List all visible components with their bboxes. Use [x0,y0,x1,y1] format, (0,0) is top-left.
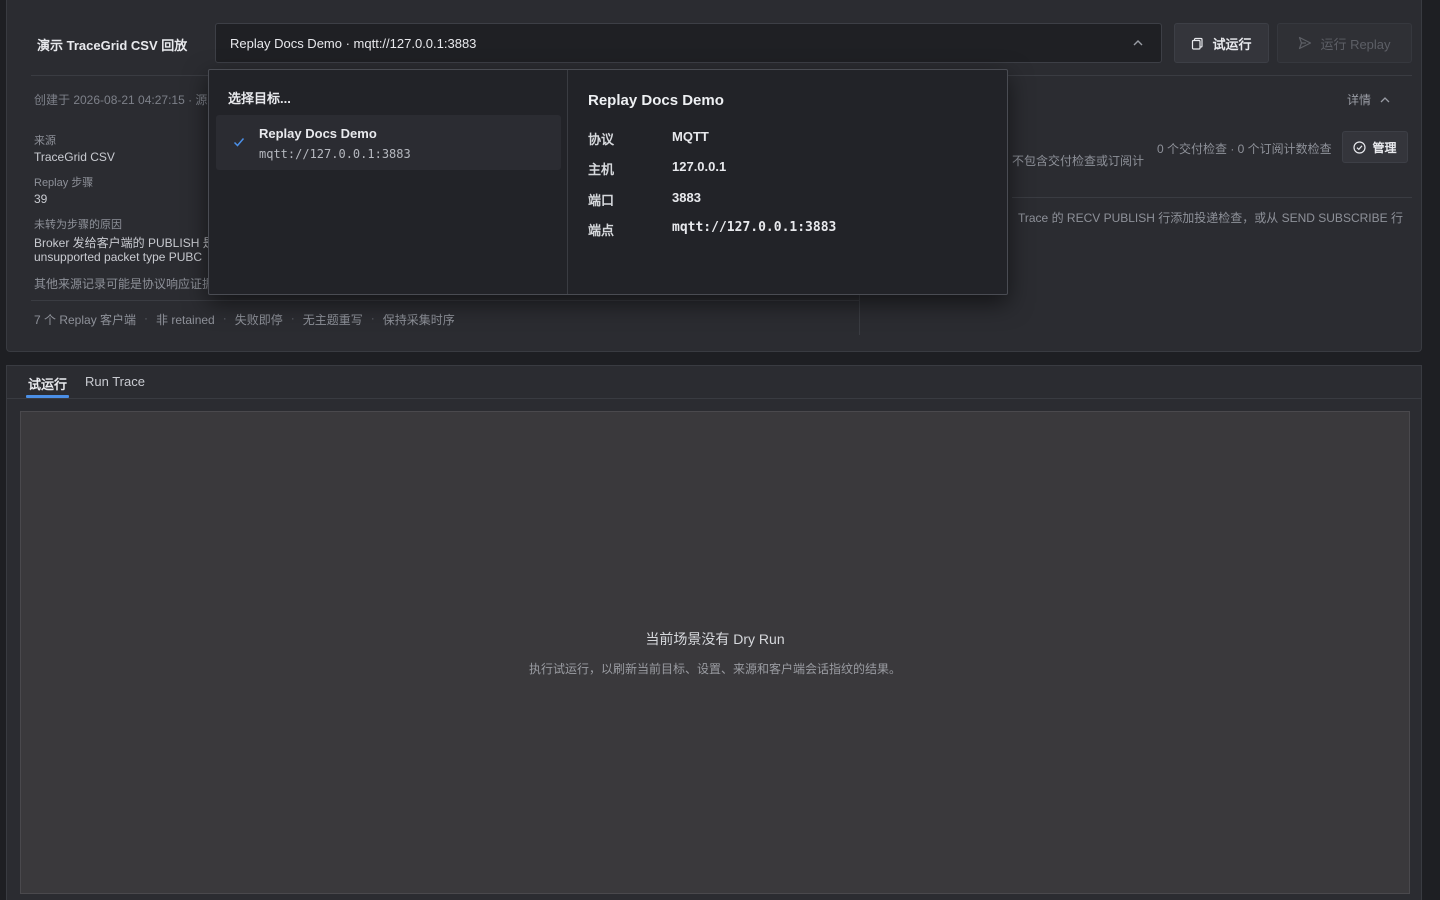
run-replay-label: 运行 Replay [1320,36,1391,52]
target-detail-title: Replay Docs Demo [588,92,724,109]
dry-run-empty-state: 当前场景没有 Dry Run 执行试运行，以刷新当前目标、设置、来源和客户端会话… [20,411,1410,894]
send-icon [1299,36,1312,50]
tag-clients: 7 个 Replay 客户端 [34,313,137,327]
detail-value-protocol: MQTT [672,129,709,144]
tab-dry-run[interactable]: 试运行 [28,374,67,393]
tag-separator: · [370,311,375,325]
target-option[interactable]: Replay Docs Demo mqtt://127.0.0.1:3883 [216,115,561,170]
detail-key-protocol: 协议 [588,132,615,147]
evidence-note: 其他来源记录可能是协议响应证据 [34,277,215,291]
target-option-url: mqtt://127.0.0.1:3883 [259,147,411,161]
reason-line: unsupported packet type PUBC [34,250,203,264]
divider [1012,197,1412,198]
scenario-title: 演示 TraceGrid CSV 回放 [37,38,188,53]
target-select-value: Replay Docs Demo · mqtt://127.0.0.1:3883 [230,35,477,51]
run-replay-button[interactable]: 运行 Replay [1277,23,1412,63]
dry-run-label: 试运行 [1212,36,1252,52]
reason-line: Broker 发给客户端的 PUBLISH 是 [34,236,215,250]
checks-hint: 不包含交付检查或订阅计 [1012,154,1145,168]
dry-run-button[interactable]: 试运行 [1174,23,1269,63]
steps-label: Replay 步骤 [34,177,94,189]
manage-label: 管理 [1372,140,1397,155]
created-meta: 创建于 2026-08-21 04:27:15 · 源 [34,93,208,107]
target-dropdown: 选择目标... Replay Docs Demo mqtt://127.0.0.… [208,69,1008,295]
target-list: 选择目标... Replay Docs Demo mqtt://127.0.0.… [209,70,568,294]
detail-value-port: 3883 [672,190,701,205]
details-toggle[interactable]: 详情 [1347,91,1391,108]
tag-separator: · [222,311,227,325]
checks-summary: 0 个交付检查 · 0 个订阅计数检查 [1157,142,1332,156]
source-label: 来源 [34,135,56,147]
detail-value-host: 127.0.0.1 [672,159,727,174]
reason-label: 未转为步骤的原因 [34,219,122,231]
copy-icon [1192,37,1204,50]
active-tab-indicator [26,395,69,398]
tag-separator: · [290,311,295,325]
chevron-up-icon [1133,40,1143,46]
tag-separator: · [144,311,149,325]
manage-checks-button[interactable]: 管理 [1342,131,1408,163]
target-details: Replay Docs Demo 协议 MQTT 主机 127.0.0.1 端口… [569,70,1007,294]
detail-value-endpoint: mqtt://127.0.0.1:3883 [672,220,837,235]
tag-fail-fast: 失败即停 [234,313,283,327]
source-value: TraceGrid CSV [34,150,115,164]
tab-bar: 试运行 Run Trace [7,366,1421,399]
detail-key-endpoint: 端点 [588,223,615,238]
steps-value: 39 [34,192,48,206]
tag-topic-rewrite: 无主题重写 [302,313,363,327]
results-panel: 试运行 Run Trace 当前场景没有 Dry Run 执行试运行，以刷新当前… [6,365,1422,900]
detail-key-port: 端口 [588,193,615,208]
check-icon [233,138,245,147]
divider [31,300,859,301]
target-list-heading: 选择目标... [228,91,291,106]
replay-settings-tags: 7 个 Replay 客户端 · 非 retained · 失败即停 · 无主题… [34,311,455,328]
details-label: 详情 [1346,93,1371,107]
empty-state-description: 执行试运行，以刷新当前目标、设置、来源和客户端会话指纹的结果。 [528,662,901,676]
checks-instructions: Trace 的 RECV PUBLISH 行添加投递检查，或从 SEND SUB… [1018,211,1403,225]
chevron-up-icon [1380,96,1390,102]
target-select[interactable]: Replay Docs Demo · mqtt://127.0.0.1:3883 [215,23,1162,63]
empty-state-title: 当前场景没有 Dry Run [645,631,785,647]
tab-run-trace[interactable]: Run Trace [85,374,145,389]
tag-timing: 保持采集时序 [382,313,455,327]
tag-retained: 非 retained [156,313,215,327]
check-circle-icon [1353,140,1367,154]
target-option-name: Replay Docs Demo [259,126,377,141]
detail-key-host: 主机 [588,162,615,177]
